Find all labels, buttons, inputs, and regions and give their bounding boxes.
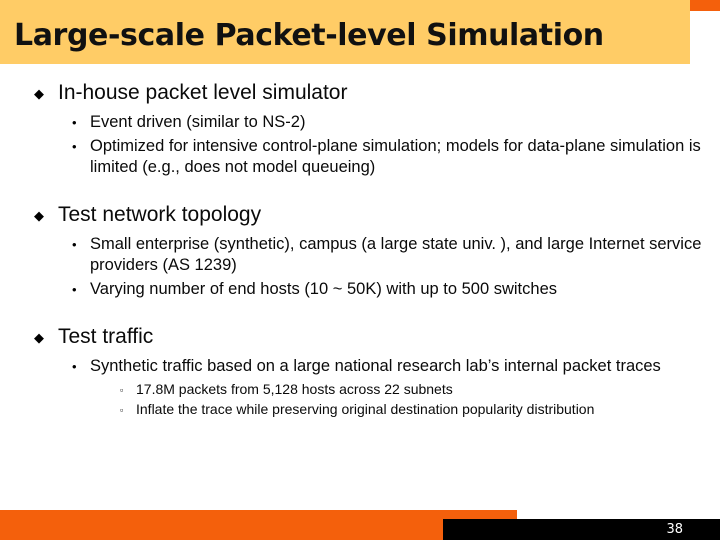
diamond-bullet-icon: ◆ bbox=[34, 208, 44, 223]
dot-bullet-icon: • bbox=[72, 282, 77, 297]
dot-bullet-icon: • bbox=[72, 115, 77, 130]
diamond-bullet-icon: ◆ bbox=[34, 86, 44, 101]
bullet-level2-label: Event driven (similar to NS-2) bbox=[90, 113, 306, 131]
bullet-level2: • Optimized for intensive control-plane … bbox=[0, 136, 720, 178]
bullet-level1: ◆ Test network topology bbox=[0, 202, 720, 228]
bullet-level2: • Event driven (similar to NS-2) bbox=[0, 112, 720, 133]
bullet-group: ◆ Test traffic • Synthetic traffic based… bbox=[0, 324, 720, 419]
bullet-level2: • Synthetic traffic based on a large nat… bbox=[0, 356, 720, 377]
bullet-level3-label: Inflate the trace while preserving origi… bbox=[136, 401, 595, 417]
footer-accent-bar bbox=[0, 510, 517, 540]
bullet-level2-label: Small enterprise (synthetic), campus (a … bbox=[90, 235, 702, 274]
bullet-level1: ◆ Test traffic bbox=[0, 324, 720, 350]
diamond-bullet-icon: ◆ bbox=[34, 330, 44, 345]
bullet-level3-label: 17.8M packets from 5,128 hosts across 22… bbox=[136, 381, 453, 397]
slide: Large-scale Packet-level Simulation ◆ In… bbox=[0, 0, 720, 540]
bullet-level2-label: Varying number of end hosts (10 ~ 50K) w… bbox=[90, 280, 557, 298]
dot-bullet-icon: • bbox=[72, 139, 77, 154]
dot-bullet-icon: • bbox=[72, 237, 77, 252]
bullet-group: ◆ Test network topology • Small enterpri… bbox=[0, 202, 720, 300]
bullet-level1-label: Test network topology bbox=[58, 203, 262, 226]
bullet-level3: ▫ 17.8M packets from 5,128 hosts across … bbox=[0, 380, 720, 399]
bullet-level1-label: In-house packet level simulator bbox=[58, 81, 348, 104]
bullet-level2-label: Synthetic traffic based on a large natio… bbox=[90, 357, 661, 375]
bullet-level1: ◆ In-house packet level simulator bbox=[0, 80, 720, 106]
bullet-group: ◆ In-house packet level simulator • Even… bbox=[0, 80, 720, 178]
slide-body: ◆ In-house packet level simulator • Even… bbox=[0, 72, 720, 502]
bullet-level1-label: Test traffic bbox=[58, 325, 154, 348]
square-bullet-icon: ▫ bbox=[120, 405, 124, 415]
bullet-level2-label: Optimized for intensive control-plane si… bbox=[90, 137, 701, 176]
dot-bullet-icon: • bbox=[72, 359, 77, 374]
bullet-level2: • Small enterprise (synthetic), campus (… bbox=[0, 234, 720, 276]
bullet-level2: • Varying number of end hosts (10 ~ 50K)… bbox=[0, 279, 720, 300]
page-number: 38 bbox=[666, 522, 683, 537]
bullet-level3: ▫ Inflate the trace while preserving ori… bbox=[0, 400, 720, 419]
square-bullet-icon: ▫ bbox=[120, 385, 124, 395]
page-title: Large-scale Packet-level Simulation bbox=[14, 18, 604, 53]
